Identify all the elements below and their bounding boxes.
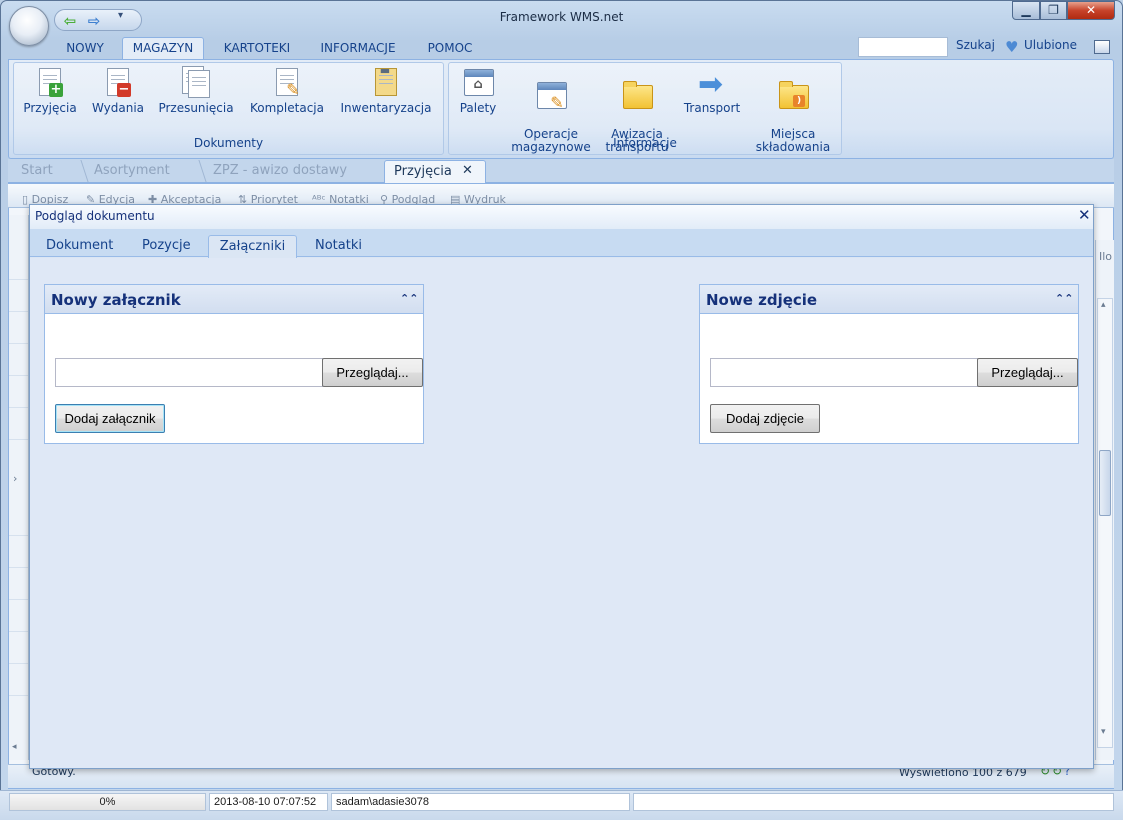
doc-tab-start[interactable]: Start xyxy=(9,160,81,182)
window-title: Framework WMS.net xyxy=(499,10,624,24)
transport-button[interactable]: ➡ Transport xyxy=(679,66,745,115)
documents-icon xyxy=(180,66,212,98)
tab-dokument[interactable]: Dokument xyxy=(46,238,113,253)
attachment-file-field[interactable] xyxy=(55,358,323,387)
close-icon[interactable]: ✕ xyxy=(1078,206,1091,224)
tab-zalaczniki[interactable]: Załączniki xyxy=(208,235,297,258)
application-menu-button[interactable] xyxy=(9,6,49,46)
folder-icon xyxy=(621,79,653,111)
awizacja-transportu-label: Awizacja transportu xyxy=(605,127,669,154)
collapse-icon[interactable]: ⌃⌃ xyxy=(400,292,418,305)
panel-title: Nowe zdjęcie xyxy=(706,291,818,309)
przyjecia-button[interactable]: + Przyjęcia xyxy=(20,66,80,115)
maximize-button[interactable]: ❐ xyxy=(1040,1,1067,20)
search-input[interactable] xyxy=(858,37,948,57)
panel-title: Nowy załącznik xyxy=(51,291,181,309)
przesuniecia-label: Przesunięcia xyxy=(158,101,234,115)
ribbon-group-label: Dokumenty xyxy=(193,136,264,150)
ribbon-tab-kartoteki[interactable]: KARTOTEKI xyxy=(218,38,296,59)
tab-pozycje[interactable]: Pozycje xyxy=(142,238,191,253)
favorites-button[interactable]: Ulubione xyxy=(1024,38,1077,52)
palety-button[interactable]: ⌂ Palety xyxy=(452,66,504,115)
document-add-icon: + xyxy=(34,66,66,98)
layout-icon[interactable] xyxy=(1094,40,1110,54)
transport-label: Transport xyxy=(683,101,741,115)
progress-indicator: 0% xyxy=(9,793,206,811)
clipboard-icon: ▬ xyxy=(370,64,402,98)
new-attachment-panel: Nowy załącznik ⌃⌃ Przeglądaj... Dodaj za… xyxy=(44,284,424,444)
doc-tab-asortyment[interactable]: Asortyment xyxy=(82,160,200,182)
scroll-left-icon[interactable]: ◂ xyxy=(12,742,17,752)
dialog-title: Podgląd dokumentu xyxy=(35,209,155,223)
status-empty-cell xyxy=(633,793,1114,811)
collapse-icon[interactable]: ⌃⌃ xyxy=(1055,292,1073,305)
dialog-header xyxy=(30,205,1093,229)
ribbon-tab-informacje[interactable]: INFORMACJE xyxy=(312,38,404,59)
palety-label: Palety xyxy=(459,101,497,115)
status-user: sadam\adasie3078 xyxy=(331,793,630,811)
ribbon-tab-pomoc[interactable]: POMOC xyxy=(418,38,482,59)
status-datetime: 2013-08-10 07:07:52 xyxy=(209,793,328,811)
awizacja-transportu-button[interactable]: Awizacja transportu xyxy=(601,66,673,154)
add-photo-button[interactable]: Dodaj zdjęcie xyxy=(710,404,820,433)
wydania-label: Wydania xyxy=(91,101,145,115)
kompletacja-button[interactable]: ✎ Kompletacja xyxy=(245,66,329,115)
arrow-right-icon: ➡ xyxy=(698,67,724,102)
inwentaryzacja-button[interactable]: ▬ Inwentaryzacja xyxy=(336,64,436,115)
calendar-edit-icon: ✎ xyxy=(535,79,567,111)
scroll-up-icon[interactable]: ▴ xyxy=(1101,300,1106,310)
new-photo-panel: Nowe zdjęcie ⌃⌃ Przeglądaj... Dodaj zdję… xyxy=(699,284,1079,444)
przyjecia-label: Przyjęcia xyxy=(23,101,77,115)
photo-file-field[interactable] xyxy=(710,358,978,387)
folder-feed-icon: ) xyxy=(777,79,809,111)
list-left-column xyxy=(9,215,29,760)
inwentaryzacja-label: Inwentaryzacja xyxy=(340,101,432,115)
browse-attachment-button[interactable]: Przeglądaj... xyxy=(322,358,423,387)
doc-tab-zpz[interactable]: ZPZ - awizo dostawy xyxy=(201,160,381,182)
heart-icon: ♥ xyxy=(1005,38,1019,56)
vertical-scrollbar[interactable] xyxy=(1097,298,1113,748)
minimize-button[interactable]: ▁ xyxy=(1012,1,1040,20)
przesuniecia-button[interactable]: Przesunięcia xyxy=(155,66,237,115)
close-icon[interactable]: ✕ xyxy=(462,163,473,178)
wydania-button[interactable]: − Wydania xyxy=(89,66,147,115)
warehouse-icon: ⌂ xyxy=(462,66,494,98)
document-edit-icon: ✎ xyxy=(271,66,303,98)
miejsca-skladowania-button[interactable]: ) Miejsca składowania xyxy=(754,66,832,154)
miejsca-skladowania-label: Miejsca składowania xyxy=(755,127,831,154)
ribbon-tab-nowy[interactable]: NOWY xyxy=(57,38,113,59)
document-remove-icon: − xyxy=(102,66,134,98)
tab-notatki[interactable]: Notatki xyxy=(315,238,362,253)
add-attachment-button[interactable]: Dodaj załącznik xyxy=(55,404,165,433)
expand-arrow-icon[interactable]: › xyxy=(13,472,17,485)
operacje-magazynowe-label: Operacje magazynowe xyxy=(511,127,591,154)
ribbon-tab-magazyn[interactable]: MAGAZYN xyxy=(122,37,204,60)
search-button[interactable]: Szukaj xyxy=(956,38,995,52)
scroll-down-icon[interactable]: ▾ xyxy=(1101,727,1106,737)
browse-photo-button[interactable]: Przeglądaj... xyxy=(977,358,1078,387)
scrollbar-thumb[interactable] xyxy=(1099,450,1111,516)
operacje-magazynowe-button[interactable]: ✎ Operacje magazynowe xyxy=(507,66,595,154)
column-header: Ilo xyxy=(1099,250,1113,263)
kompletacja-label: Kompletacja xyxy=(250,101,324,115)
close-window-button[interactable]: ✕ xyxy=(1067,1,1115,20)
